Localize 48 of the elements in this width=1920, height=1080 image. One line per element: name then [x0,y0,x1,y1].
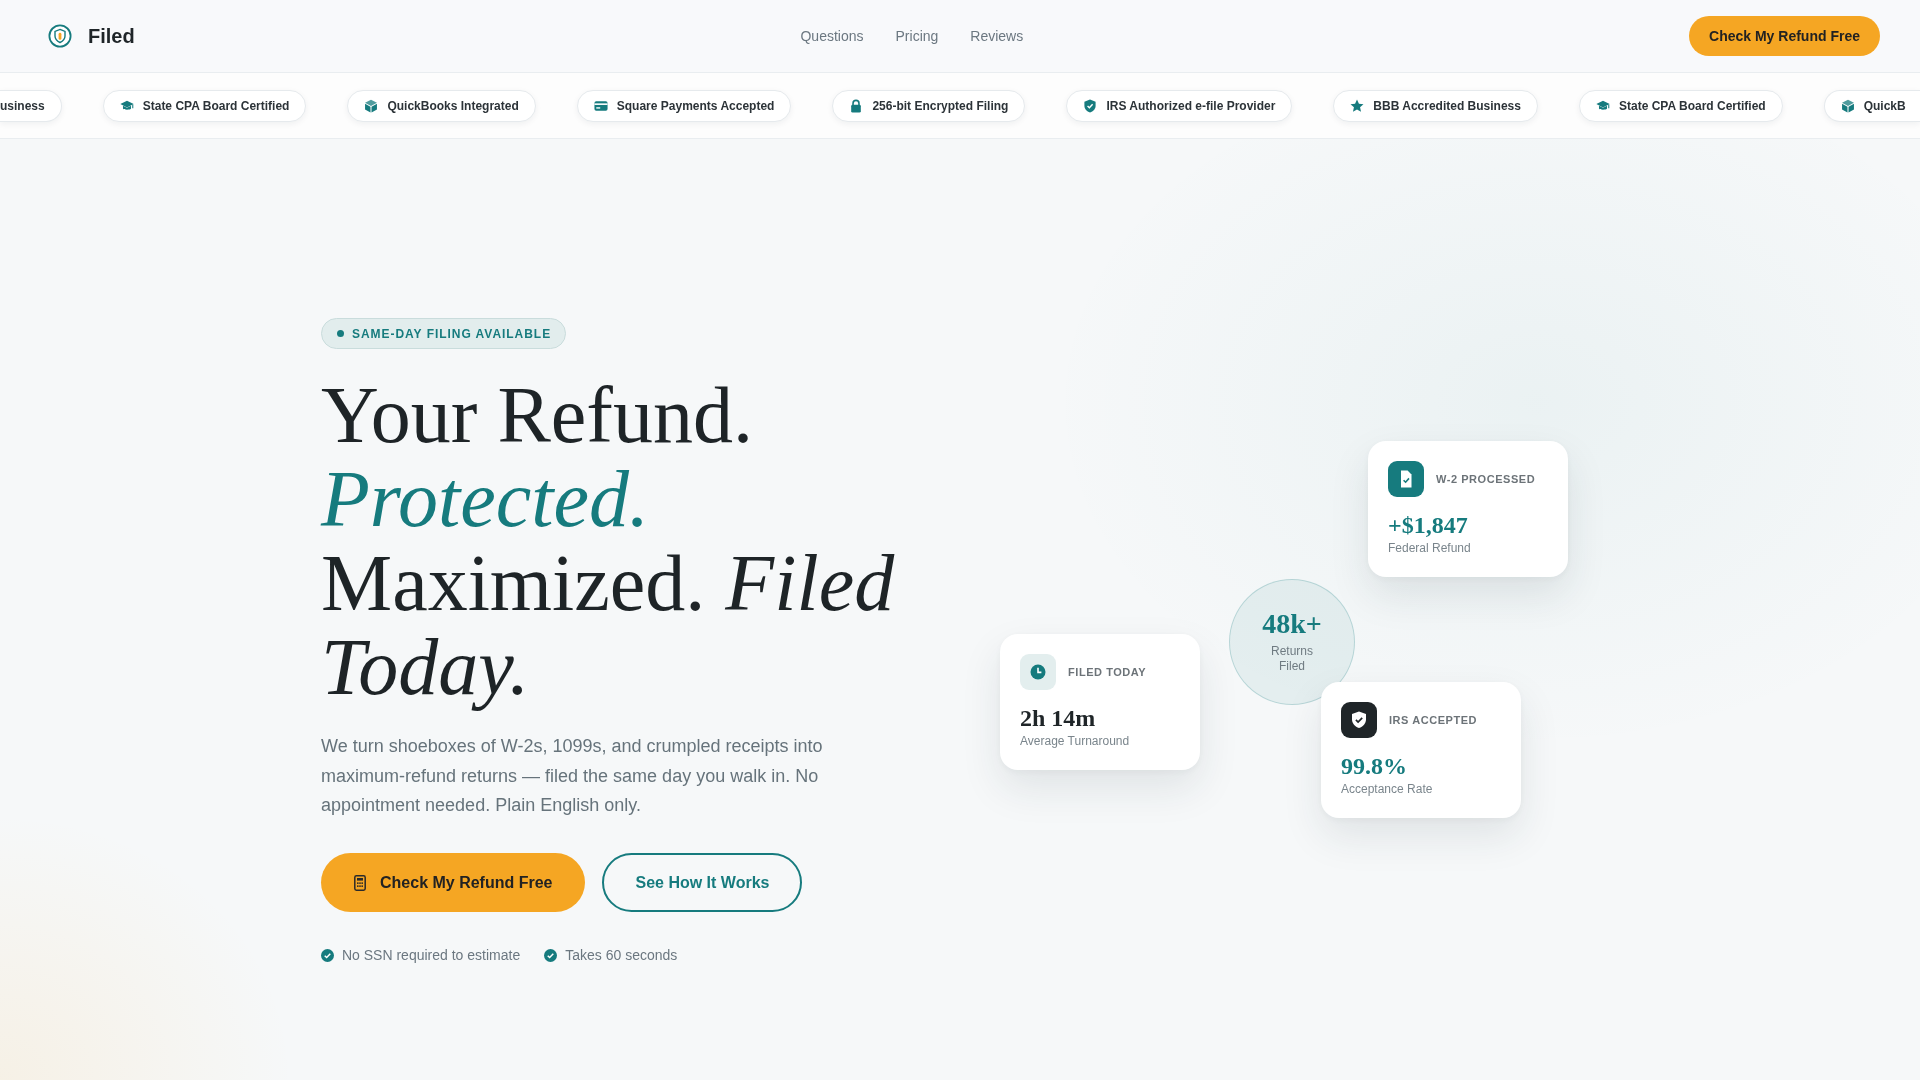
see-how-button[interactable]: See How It Works [602,853,803,913]
cube-icon [1840,98,1855,113]
trust-label: Square Payments Accepted [616,97,775,114]
trust-label: State CPA Board Certified [1618,97,1766,114]
nav-link[interactable]: Reviews [970,26,1024,46]
card-caption: Federal Refund [1388,539,1472,557]
card-label: FILED TODAY [1068,665,1147,679]
graduation-cap-icon [1595,98,1610,113]
card-caption: Average Turnaround [1020,732,1131,750]
card-label: W-2 PROCESSED [1436,472,1536,486]
nav-link[interactable]: Questions [800,26,864,46]
check-circle-icon [321,948,334,962]
cube-icon [364,98,379,113]
trust-label: usiness [0,97,45,114]
shield-check-icon [1341,702,1377,738]
hero-description: We turn shoeboxes of W-2s, 1099s, and crumpled receipts into maximum-refund returns — filed the same day you walk in. No appointment needed. Plain English only. [321,735,824,818]
check-refund-button[interactable]: Check My Refund Free [321,853,586,913]
note-text: Takes 60 seconds [565,946,678,966]
hero-heading: Your Refund. Protected. Maximized. Filed Today. [321,373,896,709]
clock-icon [1020,654,1056,690]
trust-label: IRS Authorized e-file Provider [1106,97,1276,114]
lock-icon [849,98,864,113]
shield-check-icon [1083,98,1098,113]
trust-label: BBB Accredited Business [1373,97,1521,114]
stat-value: 48k+ [1262,609,1322,640]
card-label: IRS ACCEPTED [1389,713,1478,727]
graduation-cap-icon [119,98,134,113]
trust-label: State CPA Board Certified [142,97,290,114]
shield-logo-icon [48,24,72,48]
card-value: +$1,847 [1388,511,1469,540]
card-caption: Acceptance Rate [1341,780,1434,798]
eyebrow-text: SAME-DAY FILING AVAILABLE [352,326,552,341]
stat-label: Returns Filed [1270,643,1314,675]
card-value: 2h 14m [1020,704,1097,733]
card-value: 99.8% [1341,752,1408,781]
trust-label: QuickBooks Integrated [387,97,519,114]
trust-label: 256-bit Encrypted Filing [872,97,1009,114]
dot-icon [337,330,344,337]
star-icon [1350,98,1365,113]
check-circle-icon [544,948,558,962]
nav-link[interactable]: Pricing [895,26,939,46]
calculator-icon [354,874,366,891]
document-check-icon [1388,461,1424,497]
check-refund-button[interactable]: Check My Refund Free [1689,16,1880,56]
note-text: No SSN required to estimate [342,946,521,966]
trust-label: QuickB [1863,97,1906,114]
brand-name: Filed [88,24,135,48]
credit-card-icon [593,98,608,113]
